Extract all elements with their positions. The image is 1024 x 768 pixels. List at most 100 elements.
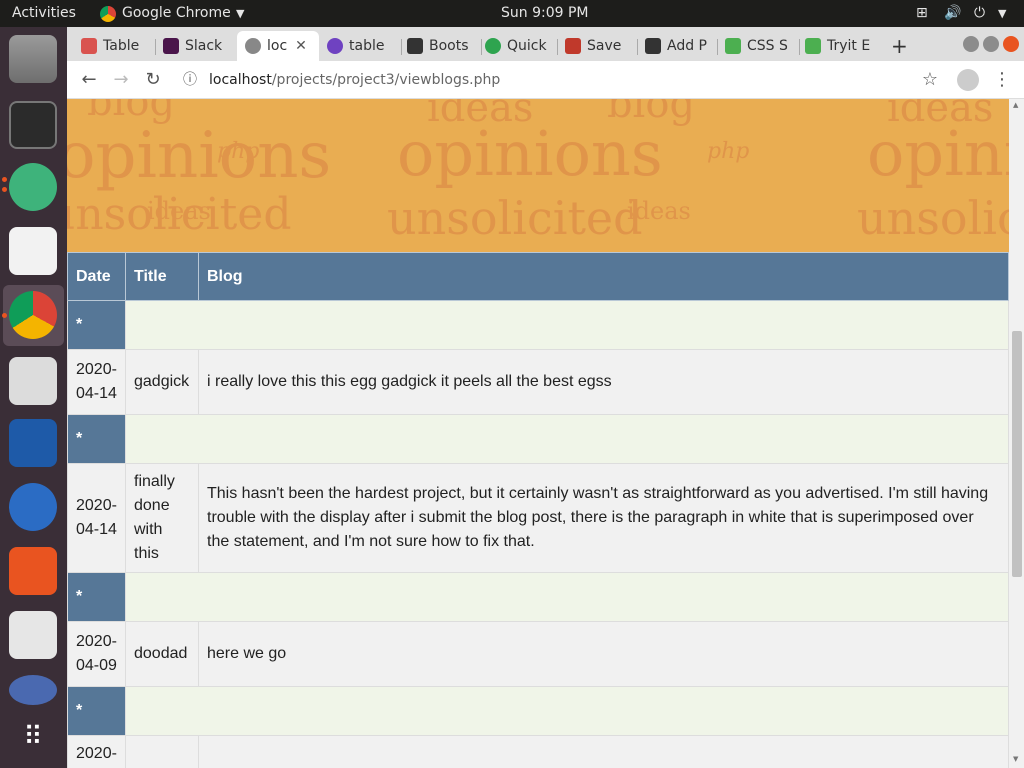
tab-slack[interactable]: Slack bbox=[163, 31, 229, 61]
show-apps-icon[interactable]: ⠿ bbox=[9, 717, 57, 765]
globe-icon bbox=[245, 38, 261, 54]
menu-kebab-icon[interactable]: ⋮ bbox=[989, 67, 1015, 93]
banner-word: php bbox=[217, 139, 260, 164]
tab-favicon-icon bbox=[407, 38, 423, 54]
table-row: 2020-04-14 gadgick i really love this th… bbox=[67, 349, 1009, 415]
separator-row: * bbox=[67, 300, 1009, 350]
date-cell: 2020-04-09 bbox=[67, 621, 126, 687]
blog-table: Date Title Blog * 2020-04-14 gadgick i r… bbox=[67, 252, 1009, 768]
app-menu[interactable]: Google Chrome bbox=[122, 5, 231, 21]
tab-css[interactable]: CSS S bbox=[725, 31, 795, 61]
thunderbird-icon[interactable] bbox=[9, 483, 57, 531]
tab-save[interactable]: Save bbox=[565, 31, 631, 61]
tab-localhost-active[interactable]: loc ✕ bbox=[237, 31, 319, 61]
files-icon[interactable] bbox=[9, 35, 57, 83]
scroll-down-arrow-icon[interactable]: ▼ bbox=[1013, 755, 1018, 763]
speaker-app-icon[interactable] bbox=[9, 611, 57, 659]
scroll-up-arrow-icon[interactable]: ▲ bbox=[1013, 101, 1018, 109]
browser-window: Table Slack loc ✕ table Boots Quick Save … bbox=[67, 27, 1024, 768]
star-marker: * bbox=[67, 686, 126, 736]
terminal-icon[interactable] bbox=[9, 101, 57, 149]
tab-quick[interactable]: Quick bbox=[485, 31, 551, 61]
date-cell: 2020-04-14 bbox=[67, 349, 126, 415]
launcher-dock: ⠿ bbox=[0, 27, 67, 768]
page-content: blog opinions unsolicited php ideas idea… bbox=[67, 99, 1024, 768]
close-window-button[interactable] bbox=[1003, 36, 1019, 52]
tab-strip: Table Slack loc ✕ table Boots Quick Save … bbox=[67, 27, 1024, 61]
w3schools-icon bbox=[725, 38, 741, 54]
reload-icon[interactable]: ↻ bbox=[140, 67, 166, 93]
tab-favicon-icon bbox=[485, 38, 501, 54]
running-indicator bbox=[2, 177, 7, 182]
minimize-button[interactable] bbox=[963, 36, 979, 52]
bookmark-star-icon[interactable]: ☆ bbox=[917, 67, 943, 93]
title-cell: gadgick bbox=[125, 349, 199, 415]
banner-word: unsolicited bbox=[857, 191, 1009, 245]
page-scrollbar[interactable]: ▲ ▼ bbox=[1009, 99, 1024, 768]
blog-column-header: Blog bbox=[198, 252, 1009, 301]
table-row: 2020-04-14 finally done with this This h… bbox=[67, 463, 1009, 573]
help-icon[interactable] bbox=[9, 675, 57, 705]
running-indicator bbox=[2, 187, 7, 192]
separator-row: * bbox=[67, 686, 1009, 736]
date-column-header: Date bbox=[67, 252, 126, 301]
tab-tryit[interactable]: Tryit E bbox=[805, 31, 875, 61]
running-indicator bbox=[2, 313, 7, 318]
writer-icon[interactable] bbox=[9, 419, 57, 467]
power-icon[interactable]: ⏻ bbox=[974, 5, 985, 21]
banner-word: opinions bbox=[397, 117, 663, 190]
network-icon[interactable]: ⊞ bbox=[916, 5, 928, 21]
title-cell: doodad bbox=[125, 621, 199, 687]
star-marker: * bbox=[67, 572, 126, 622]
chevron-down-icon[interactable]: ▼ bbox=[236, 7, 244, 20]
separator-row: * bbox=[67, 414, 1009, 464]
blog-cell bbox=[198, 735, 1009, 768]
chrome-icon[interactable] bbox=[9, 291, 57, 339]
tab-favicon-icon bbox=[565, 38, 581, 54]
forward-arrow-icon[interactable]: → bbox=[108, 67, 134, 93]
profile-avatar[interactable] bbox=[957, 69, 979, 91]
back-arrow-icon[interactable]: ← bbox=[76, 67, 102, 93]
tab-favicon-icon bbox=[81, 38, 97, 54]
separator-row: * bbox=[67, 572, 1009, 622]
banner-word: ideas bbox=[627, 197, 691, 225]
banner-word: php bbox=[707, 139, 750, 164]
system-menu-chevron-icon[interactable]: ▼ bbox=[998, 7, 1006, 20]
date-cell: 2020- bbox=[67, 735, 126, 768]
table-row: 2020- bbox=[67, 735, 1009, 768]
tab-table-2[interactable]: table bbox=[327, 31, 393, 61]
tab-favicon-icon bbox=[645, 38, 661, 54]
slack-icon bbox=[163, 38, 179, 54]
title-column-header: Title bbox=[125, 252, 199, 301]
banner-word: blog bbox=[607, 99, 696, 127]
system-top-bar: Activities Google Chrome ▼ Sun 9:09 PM ⊞… bbox=[0, 0, 1024, 27]
blog-cell: This hasn't been the hardest project, bu… bbox=[198, 463, 1009, 573]
banner-image: blog opinions unsolicited php ideas idea… bbox=[67, 99, 1009, 253]
banner-word: unsolicited bbox=[387, 191, 643, 245]
clock[interactable]: Sun 9:09 PM bbox=[501, 5, 589, 21]
volume-icon[interactable]: 🔊 bbox=[944, 5, 961, 21]
new-tab-button[interactable]: + bbox=[891, 31, 911, 61]
camera-icon[interactable] bbox=[9, 357, 57, 405]
star-marker: * bbox=[67, 300, 126, 350]
table-header-row: Date Title Blog bbox=[67, 252, 1009, 301]
tab-add-post[interactable]: Add P bbox=[645, 31, 711, 61]
tab-favicon-icon bbox=[327, 38, 343, 54]
url-path: /projects/project3/viewblogs.php bbox=[271, 72, 501, 88]
text-editor-icon[interactable] bbox=[9, 227, 57, 275]
title-cell: finally done with this bbox=[125, 463, 199, 573]
maximize-button[interactable] bbox=[983, 36, 999, 52]
w3schools-icon bbox=[805, 38, 821, 54]
chrome-app-icon bbox=[100, 6, 116, 22]
address-bar[interactable]: ⓘ localhost/projects/project3/viewblogs.… bbox=[177, 65, 957, 95]
url-host: localhost bbox=[209, 72, 272, 88]
software-center-icon[interactable] bbox=[9, 547, 57, 595]
close-tab-icon[interactable]: ✕ bbox=[295, 38, 307, 54]
tab-bootstrap[interactable]: Boots bbox=[407, 31, 475, 61]
scrollbar-thumb[interactable] bbox=[1012, 331, 1022, 577]
info-icon[interactable]: ⓘ bbox=[183, 65, 197, 95]
tab-table[interactable]: Table bbox=[81, 31, 149, 61]
banner-word: opinions bbox=[67, 119, 332, 193]
activities-button[interactable]: Activities bbox=[12, 5, 76, 21]
atom-editor-icon[interactable] bbox=[9, 163, 57, 211]
